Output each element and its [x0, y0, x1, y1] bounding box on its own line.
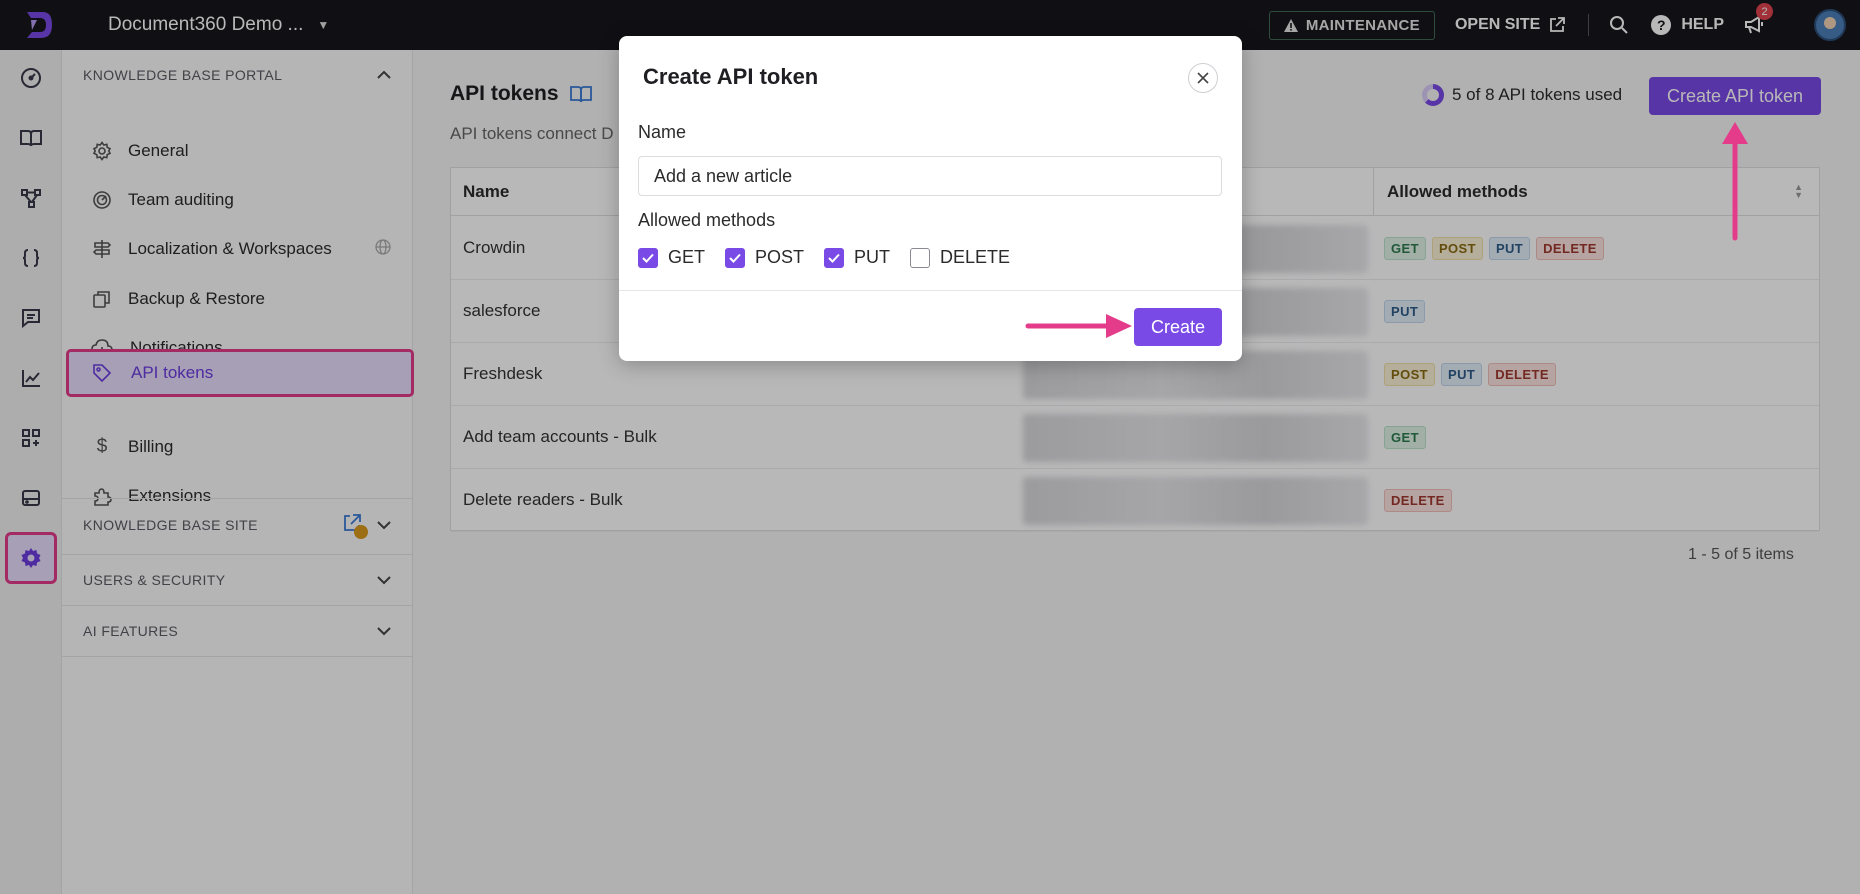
checkbox-label: PUT — [854, 247, 891, 267]
name-input[interactable] — [638, 156, 1222, 196]
checkbox-delete[interactable]: DELETE — [910, 247, 1010, 268]
methods-label: Allowed methods — [638, 210, 776, 230]
checkbox-label: GET — [668, 247, 706, 267]
checkbox-unchecked-icon[interactable] — [910, 247, 931, 268]
create-api-token-dialog: Create API token Name Allowed methods GE… — [619, 36, 1242, 361]
annotation-arrow-right — [1025, 314, 1132, 338]
annotation-arrow-up — [1722, 122, 1748, 241]
checkbox-get[interactable]: GET — [638, 247, 705, 268]
dialog-title: Create API token — [643, 64, 819, 89]
close-button[interactable] — [1188, 63, 1218, 93]
create-button[interactable]: Create — [1134, 308, 1222, 346]
checkbox-post[interactable]: POST — [725, 247, 804, 268]
close-icon — [1197, 72, 1209, 84]
divider — [619, 290, 1242, 291]
checkbox-checked-icon[interactable] — [725, 247, 746, 268]
checkbox-label: DELETE — [940, 247, 1011, 267]
checkbox-label: POST — [755, 247, 805, 267]
methods-checkbox-group: GET POST PUT DELETE — [638, 247, 1030, 268]
name-label: Name — [638, 122, 687, 142]
checkbox-put[interactable]: PUT — [824, 247, 890, 268]
checkbox-checked-icon[interactable] — [638, 247, 658, 268]
checkbox-checked-icon[interactable] — [824, 247, 845, 268]
